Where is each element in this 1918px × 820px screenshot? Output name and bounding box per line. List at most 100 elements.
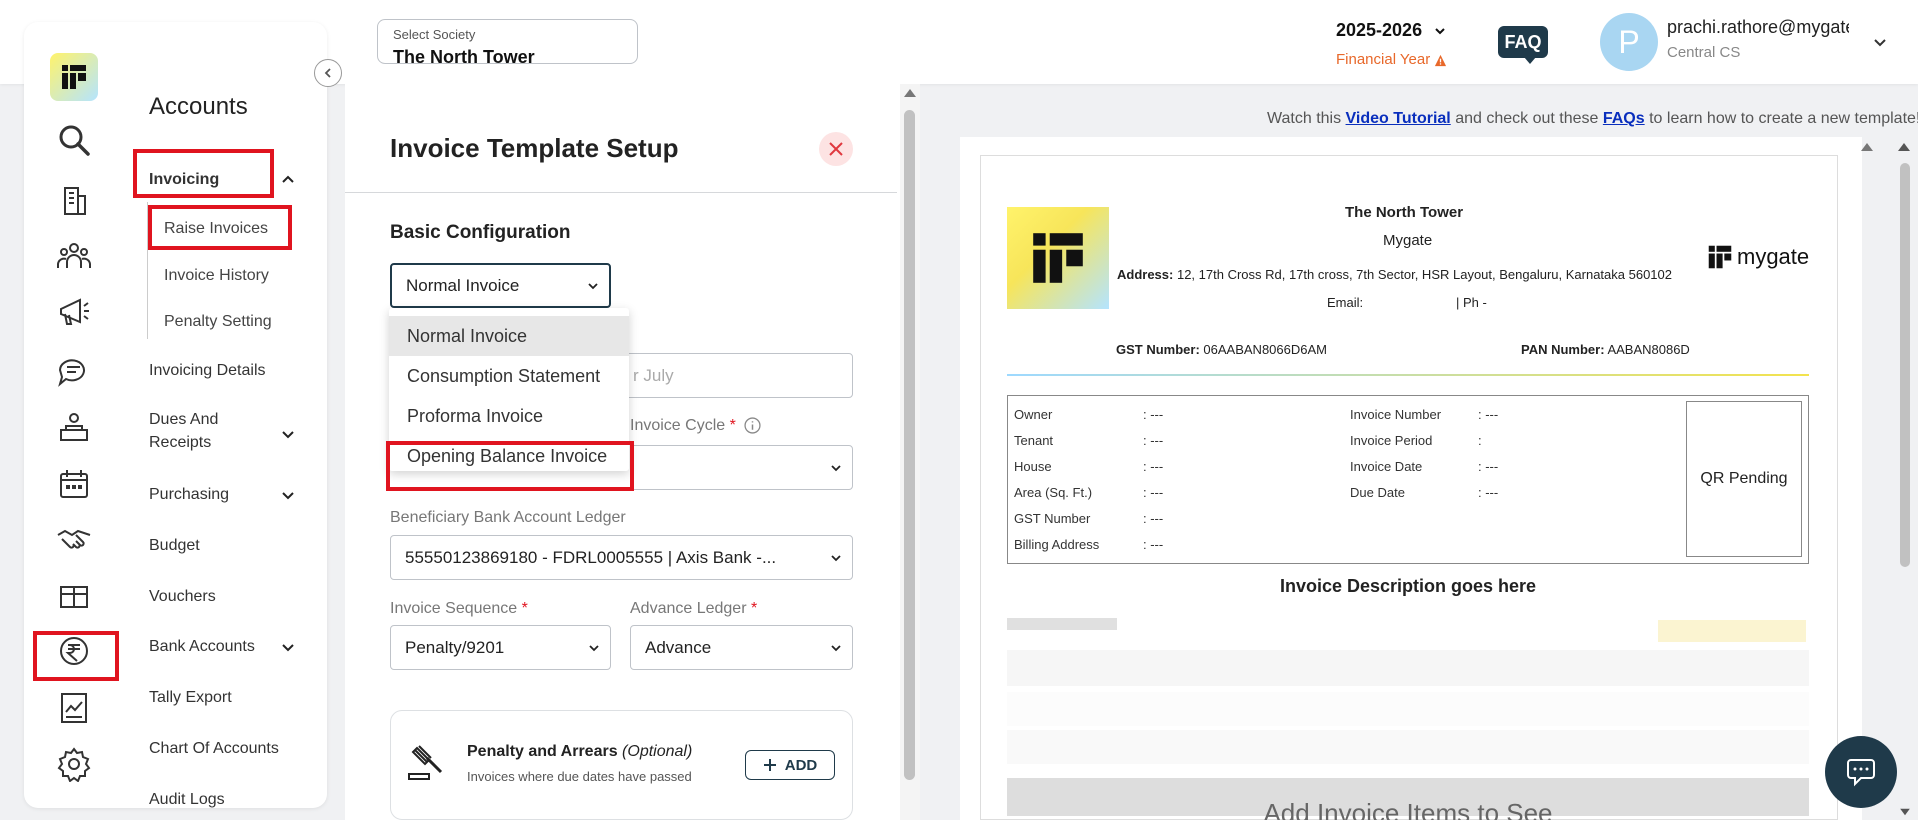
- info-label: Due Date: [1350, 485, 1405, 500]
- advance-ledger-select[interactable]: Advance: [630, 625, 853, 670]
- chat-bubbles-icon[interactable]: [54, 352, 94, 392]
- close-icon: [829, 142, 843, 156]
- chevron-down-icon: [831, 644, 841, 651]
- info-value: :: [1478, 433, 1482, 448]
- chat-support-button[interactable]: [1825, 736, 1897, 808]
- chevron-down-icon[interactable]: [281, 427, 295, 441]
- option-normal-invoice[interactable]: Normal Invoice: [389, 316, 629, 356]
- info-label: Owner: [1014, 407, 1053, 422]
- nav-dues-line2: Receipts: [149, 434, 212, 451]
- help-post: to learn how to create a new template!: [1644, 110, 1918, 127]
- faded-table-row: [1007, 730, 1809, 764]
- scroll-up-icon[interactable]: [1860, 142, 1874, 152]
- preview-society-name: The North Tower: [1345, 204, 1464, 221]
- add-penalty-button[interactable]: ADD: [745, 750, 835, 780]
- info-value: : ---: [1143, 485, 1164, 500]
- pan-value: AABAN8086D: [1604, 342, 1690, 357]
- info-icon[interactable]: [744, 417, 761, 434]
- financial-year-text: Financial Year: [1336, 51, 1431, 68]
- user-role: Central CS: [1667, 44, 1741, 61]
- invoice-sequence-label-text: Invoice Sequence: [390, 600, 518, 617]
- info-label: House: [1014, 459, 1052, 474]
- panel-divider: [345, 192, 897, 193]
- preview-scroll-thumb[interactable]: [1900, 163, 1910, 567]
- calendar-icon[interactable]: [54, 464, 94, 504]
- invoice-sequence-select[interactable]: Penalty/9201: [390, 625, 611, 670]
- nav-penalty-setting[interactable]: Penalty Setting: [164, 313, 272, 331]
- handshake-icon[interactable]: [54, 519, 94, 559]
- invoice-type-select[interactable]: Normal Invoice: [390, 263, 611, 308]
- helpdesk-icon[interactable]: [54, 408, 94, 448]
- nav-audit-logs[interactable]: Audit Logs: [149, 791, 225, 809]
- info-label: GST Number: [1014, 511, 1091, 526]
- video-tutorial-link[interactable]: Video Tutorial: [1346, 110, 1451, 127]
- invoice-sequence-label: Invoice Sequence *: [390, 600, 528, 618]
- nav-invoicing-details[interactable]: Invoicing Details: [149, 362, 266, 380]
- add-label: ADD: [784, 756, 818, 774]
- required-mark: *: [750, 600, 758, 617]
- close-button[interactable]: [819, 132, 853, 166]
- template-name-input[interactable]: r July: [618, 353, 853, 398]
- faq-button[interactable]: FAQ: [1498, 26, 1548, 64]
- megaphone-icon[interactable]: [54, 292, 94, 332]
- chevron-up-icon[interactable]: [281, 173, 295, 187]
- scroll-down-icon[interactable]: [1899, 808, 1911, 816]
- info-label: Billing Address: [1014, 537, 1100, 552]
- gst-value: 06AABAN8066D6AM: [1199, 342, 1327, 357]
- search-icon[interactable]: [54, 120, 94, 160]
- scroll-up-icon[interactable]: [903, 88, 917, 98]
- panel-scroll-thumb[interactable]: [904, 110, 915, 780]
- invoice-cycle-select[interactable]: [630, 445, 853, 490]
- info-label: Area (Sq. Ft.): [1014, 485, 1093, 500]
- bank-ledger-select[interactable]: 55550123869180 - FDRL0005555 | Axis Bank…: [390, 535, 853, 580]
- people-icon[interactable]: [54, 236, 94, 276]
- advance-ledger-value: Advance: [645, 637, 712, 657]
- nav-vouchers[interactable]: Vouchers: [149, 588, 216, 606]
- advance-ledger-label: Advance Ledger *: [630, 600, 757, 618]
- chevron-down-icon[interactable]: [281, 640, 295, 654]
- financial-year-value: 2025-2026: [1336, 20, 1423, 40]
- chevron-down-icon: [1435, 28, 1445, 35]
- help-text: Watch this Video Tutorial and check out …: [1267, 110, 1918, 128]
- nav-chart-of-accounts[interactable]: Chart Of Accounts: [149, 740, 279, 758]
- chevron-down-icon[interactable]: [1872, 34, 1888, 50]
- option-proforma-invoice[interactable]: Proforma Invoice: [389, 396, 629, 436]
- panel-title: Invoice Template Setup: [390, 133, 679, 163]
- preview-phone: | Ph -: [1456, 295, 1487, 310]
- society-selector-label: Select Society: [393, 27, 476, 42]
- nav-invoice-history[interactable]: Invoice History: [164, 267, 269, 285]
- society-selector[interactable]: Select Society The North Tower: [377, 19, 638, 67]
- nav-tally-export[interactable]: Tally Export: [149, 689, 232, 707]
- info-value: : ---: [1143, 407, 1164, 422]
- avatar[interactable]: P: [1600, 13, 1658, 71]
- required-mark: *: [521, 600, 528, 617]
- gift-box-icon[interactable]: [54, 574, 94, 614]
- financial-year-selector[interactable]: 2025-2026: [1336, 20, 1447, 41]
- nav-dues-and-receipts[interactable]: Dues And Receipts: [149, 411, 218, 452]
- collapse-sidebar-button[interactable]: [314, 59, 342, 87]
- mygate-brand-icon: [1708, 245, 1732, 269]
- reports-icon[interactable]: [54, 688, 94, 728]
- chevron-down-icon[interactable]: [281, 488, 295, 502]
- mygate-logo-icon[interactable]: [50, 53, 98, 101]
- option-consumption-statement[interactable]: Consumption Statement: [389, 356, 629, 396]
- faded-table-header: [1007, 650, 1809, 686]
- society-logo-icon: [1033, 233, 1083, 283]
- gear-icon[interactable]: [54, 744, 94, 784]
- highlight-opening-balance: [386, 441, 634, 491]
- bank-ledger-value: 55550123869180 - FDRL0005555 | Axis Bank…: [405, 547, 777, 567]
- chevron-down-icon: [831, 554, 841, 561]
- nav-budget[interactable]: Budget: [149, 537, 200, 555]
- nav-bank-accounts[interactable]: Bank Accounts: [149, 638, 255, 656]
- info-value: : ---: [1143, 511, 1164, 526]
- info-value: : ---: [1478, 459, 1499, 474]
- invoice-cycle-label: Invoice Cycle *: [630, 417, 761, 435]
- user-email: prachi.rathore@mygate: [1667, 17, 1849, 37]
- nav-purchasing[interactable]: Purchasing: [149, 486, 229, 504]
- faqs-link[interactable]: FAQs: [1603, 110, 1645, 127]
- nav-dues-line1: Dues And: [149, 411, 219, 428]
- scroll-up-icon[interactable]: [1897, 142, 1911, 152]
- info-value: : ---: [1478, 407, 1499, 422]
- qr-placeholder: QR Pending: [1686, 401, 1802, 557]
- building-icon[interactable]: [54, 180, 94, 220]
